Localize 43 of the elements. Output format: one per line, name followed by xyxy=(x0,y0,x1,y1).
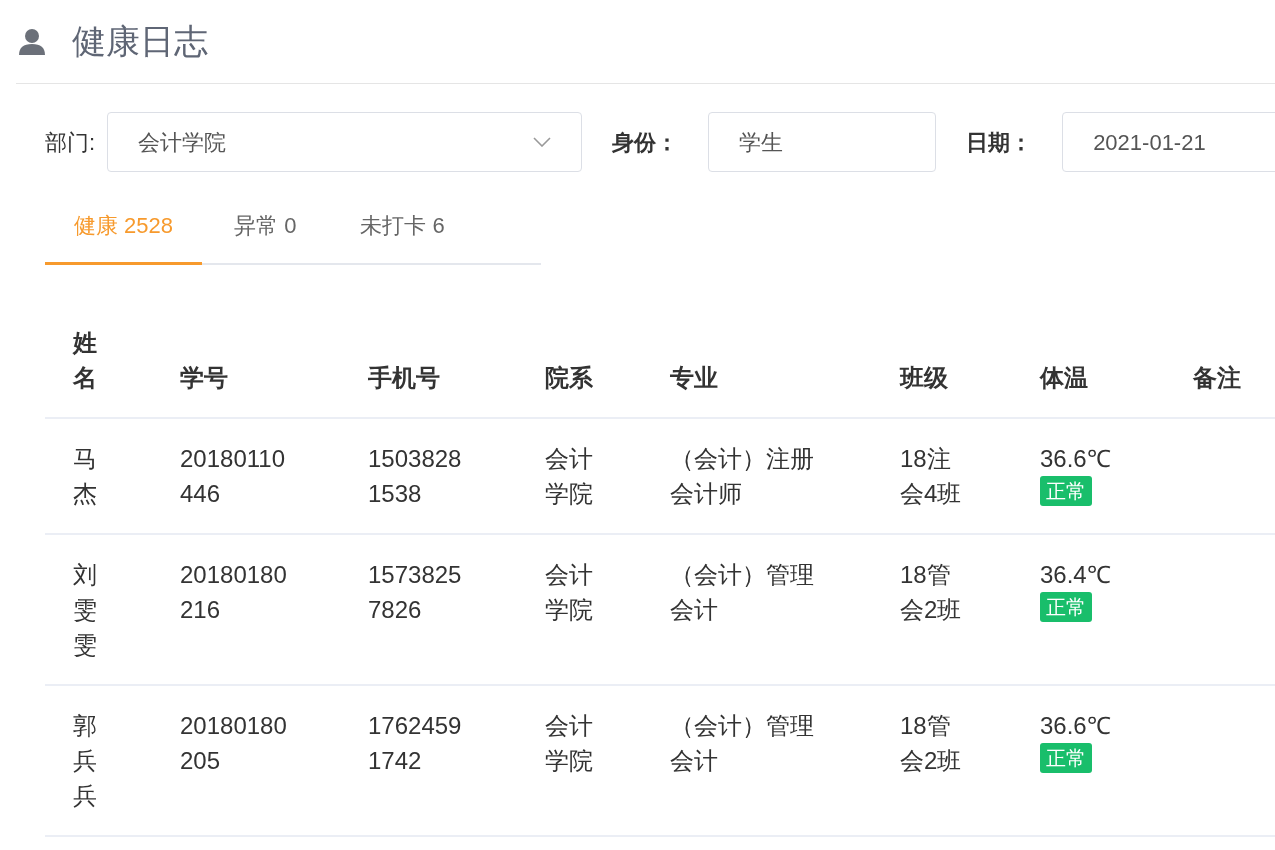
table-cell-text: 20180180205 xyxy=(180,711,287,776)
filter-label: 部门: xyxy=(45,128,96,157)
table-cell-text: （会计）管理会计 xyxy=(670,711,814,776)
input-field[interactable]: 学生 xyxy=(708,112,937,172)
filter-label: 身份： xyxy=(612,128,679,157)
table-cell-text: （会计）注册会计师 xyxy=(670,444,814,509)
table-cell-text: 会计学院 xyxy=(545,711,593,776)
table-cell-text: 会计学院 xyxy=(545,444,593,509)
input-field[interactable]: 2021-01-21 xyxy=(1062,112,1275,172)
status-badge: 正常 xyxy=(1040,476,1092,506)
table-cell-text: 18管会2班 xyxy=(900,560,963,625)
table-cell-text: 郭兵兵 xyxy=(73,711,97,811)
department-select[interactable]: 会计学院 xyxy=(107,112,583,172)
table-cell-text: 15038281538 xyxy=(368,444,462,509)
filter-label: 日期： xyxy=(966,128,1033,157)
tab[interactable]: 未打卡 6 xyxy=(328,209,477,265)
table-cell-text: 20180180216 xyxy=(180,560,287,625)
chevron-down-icon xyxy=(533,137,552,147)
tab[interactable]: 异常 0 xyxy=(202,209,329,265)
table-cell-text: 马杰 xyxy=(73,444,97,509)
column-header: 专业 xyxy=(670,363,719,393)
table-cell-text: 15738257826 xyxy=(368,560,462,625)
temperature-text: 36.6℃ xyxy=(1040,711,1111,741)
status-badge: 正常 xyxy=(1040,743,1092,773)
status-badge: 正常 xyxy=(1040,592,1092,622)
temperature-text: 36.4℃ xyxy=(1040,560,1111,590)
column-header: 学号 xyxy=(180,363,229,393)
column-header: 备注 xyxy=(1193,363,1242,393)
column-header: 手机号 xyxy=(368,363,441,393)
table-cell-text: 刘雯雯 xyxy=(73,560,97,660)
table-cell-text: （会计）管理会计 xyxy=(670,560,814,625)
table-cell-text: 会计学院 xyxy=(545,560,593,625)
user-icon xyxy=(18,27,46,56)
column-header: 体温 xyxy=(1040,363,1089,393)
page-title: 健康日志 xyxy=(72,21,208,62)
table-cell-text: 18注会4班 xyxy=(900,444,963,509)
column-header: 院系 xyxy=(545,363,593,393)
table-cell-text: 17624591742 xyxy=(368,711,462,776)
column-header: 班级 xyxy=(900,363,949,393)
temperature-text: 36.6℃ xyxy=(1040,444,1111,474)
table-cell-text: 20180110446 xyxy=(180,444,286,509)
column-header: 姓名 xyxy=(73,328,97,393)
table-cell-text: 18管会2班 xyxy=(900,711,963,776)
